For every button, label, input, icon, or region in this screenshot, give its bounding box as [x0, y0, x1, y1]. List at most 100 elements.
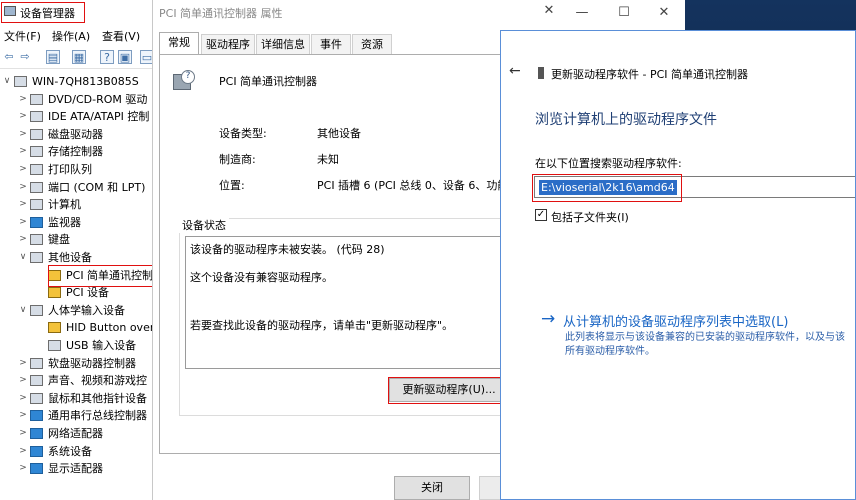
- wizard-header: 更新驱动程序软件 - PCI 简单通讯控制器: [551, 68, 749, 81]
- close-icon[interactable]: ✕: [539, 2, 559, 20]
- tree-item-label: HID Button over: [66, 321, 153, 335]
- arrow-right-icon: →: [541, 309, 556, 329]
- chevron-down-icon[interactable]: ∨: [18, 249, 28, 266]
- tab-resources[interactable]: 资源: [352, 34, 392, 54]
- chevron-right-icon[interactable]: >: [18, 390, 28, 407]
- tree-item-label: 存储控制器: [48, 145, 103, 159]
- tree-item-label: 通用串行总线控制器: [48, 409, 147, 423]
- close-icon[interactable]: ✕: [654, 4, 674, 22]
- sound-icon: [30, 375, 43, 387]
- pick-from-list-link[interactable]: 从计算机的设备驱动程序列表中选取(L): [563, 311, 788, 330]
- menu-bar: 文件(F) 操作(A) 查看(V): [0, 26, 152, 44]
- pick-from-list-description: 此列表将显示与该设备兼容的已安装的驱动程序软件，以及与该 所有驱动程序软件。: [565, 332, 845, 357]
- hid-icon: [30, 304, 43, 316]
- device-manager-title: 设备管理器: [20, 7, 75, 20]
- manufacturer-value: 未知: [317, 153, 339, 166]
- chevron-right-icon[interactable]: >: [18, 108, 28, 125]
- tab-details[interactable]: 详细信息: [256, 34, 310, 54]
- chevron-right-icon[interactable]: >: [18, 161, 28, 178]
- dvd-drive-icon: [30, 93, 43, 105]
- display-adapter-icon: [30, 463, 43, 475]
- manufacturer-label: 制造商:: [219, 153, 256, 166]
- maximize-icon[interactable]: ☐: [614, 4, 634, 22]
- properties-icon[interactable]: ▤: [46, 50, 60, 64]
- tree-item-label: 键盘: [48, 233, 70, 247]
- wizard-heading: 浏览计算机上的驱动程序文件: [535, 112, 717, 128]
- tree-item-label: WIN-7QH813B085S: [32, 75, 139, 88]
- show-hide-tree-icon[interactable]: ▦: [72, 50, 86, 64]
- location-label: 位置:: [219, 179, 245, 192]
- device-status-text: 该设备的驱动程序未被安装。 (代码 28) 这个设备没有兼容驱动程序。 若要查找…: [185, 236, 545, 369]
- chevron-right-icon[interactable]: >: [18, 126, 28, 143]
- tab-driver[interactable]: 驱动程序: [201, 34, 255, 54]
- unknown-device-icon: ?: [173, 70, 195, 92]
- tab-general[interactable]: 常规: [159, 32, 199, 54]
- usb-icon: [30, 410, 43, 422]
- network-adapter-icon: [30, 428, 43, 439]
- include-subfolders-checkbox[interactable]: ✓: [535, 209, 547, 221]
- tree-item-label: 打印队列: [48, 163, 92, 176]
- help-icon[interactable]: ?: [100, 50, 114, 64]
- chevron-right-icon[interactable]: >: [18, 231, 28, 248]
- mouse-icon: [30, 392, 43, 404]
- warning-device-icon: [48, 287, 61, 299]
- device-status-legend: 设备状态: [179, 217, 229, 233]
- tree-item-label: 鼠标和其他指针设备: [48, 391, 147, 405]
- system-device-icon: [30, 445, 43, 457]
- tree-item-label: 软盘驱动器控制器: [48, 356, 136, 370]
- tree-item-label: 计算机: [48, 198, 81, 212]
- chevron-right-icon[interactable]: >: [18, 196, 28, 213]
- chevron-right-icon[interactable]: >: [18, 355, 28, 372]
- forward-arrow-icon[interactable]: ⇨: [18, 50, 32, 64]
- computer-icon: [30, 199, 43, 211]
- warning-device-icon: [48, 322, 61, 334]
- toolbar: ⇦ ⇨ ▤ ▦ ? ▣ ▭: [0, 46, 152, 69]
- tree-item-label: 声音、视频和游戏控: [48, 374, 147, 388]
- chevron-right-icon[interactable]: >: [18, 460, 28, 477]
- chevron-right-icon[interactable]: >: [18, 372, 28, 389]
- menu-action[interactable]: 操作(A): [52, 28, 90, 44]
- tree-item-label: 磁盘驱动器: [48, 127, 103, 141]
- chevron-right-icon[interactable]: >: [18, 91, 28, 108]
- back-arrow-icon[interactable]: ←: [509, 63, 521, 79]
- tree-item-label: USB 输入设备: [66, 339, 137, 352]
- chevron-right-icon[interactable]: >: [18, 443, 28, 460]
- chevron-right-icon[interactable]: >: [18, 407, 28, 424]
- location-value: PCI 插槽 6 (PCI 总线 0、设备 6、功能: [317, 179, 509, 192]
- update-driver-icon[interactable]: ▣: [118, 50, 132, 64]
- hid-device-icon: [48, 340, 61, 351]
- device-manager-titlebar: 设备管理器: [0, 0, 152, 24]
- chevron-down-icon[interactable]: ∨: [18, 302, 28, 319]
- chevron-down-icon[interactable]: ∨: [2, 73, 12, 90]
- floppy-controller-icon: [30, 357, 43, 369]
- chevron-right-icon[interactable]: >: [18, 214, 28, 231]
- tree-item-label: 端口 (COM 和 LPT): [48, 180, 146, 194]
- tree-item-label: 显示适配器: [48, 462, 103, 476]
- minimize-icon[interactable]: —: [572, 4, 592, 22]
- status-line-1: 该设备的驱动程序未被安装。 (代码 28): [190, 243, 385, 256]
- back-arrow-icon[interactable]: ⇦: [2, 50, 16, 64]
- properties-dialog-title: PCI 简单通讯控制器 属性: [159, 7, 283, 20]
- device-type-value: 其他设备: [317, 127, 361, 140]
- tree-item-label: 监视器: [48, 215, 81, 229]
- device-name: PCI 简单通讯控制器: [219, 75, 318, 88]
- status-line-2: 这个设备没有兼容驱动程序。: [190, 271, 333, 284]
- menu-file[interactable]: 文件(F): [4, 28, 41, 44]
- search-location-label: 在以下位置搜索驱动程序软件:: [535, 157, 682, 170]
- tree-item-label: 其他设备: [48, 251, 92, 264]
- menu-view[interactable]: 查看(V): [102, 28, 140, 44]
- tree-item-label: DVD/CD-ROM 驱动: [48, 92, 148, 106]
- chevron-right-icon[interactable]: >: [18, 179, 28, 196]
- status-line-3: 若要查找此设备的驱动程序，请单击"更新驱动程序"。: [190, 319, 454, 332]
- chevron-right-icon[interactable]: >: [18, 143, 28, 160]
- device-manager-window: 设备管理器 文件(F) 操作(A) 查看(V) ⇦ ⇨ ▤ ▦ ? ▣ ▭ ∨ W…: [0, 0, 153, 500]
- chevron-right-icon[interactable]: >: [18, 425, 28, 442]
- include-subfolders-label: 包括子文件夹(I): [551, 211, 629, 224]
- tree-item-label: IDE ATA/ATAPI 控制: [48, 110, 150, 124]
- tab-events[interactable]: 事件: [311, 34, 351, 54]
- wizard-window-controls: — ☐ ✕: [562, 0, 684, 30]
- printer-icon: [30, 164, 43, 175]
- tree-item-label: 人体学输入设备: [48, 303, 125, 317]
- close-button[interactable]: 关闭: [394, 476, 470, 500]
- tree-item-label: 网络适配器: [48, 427, 103, 440]
